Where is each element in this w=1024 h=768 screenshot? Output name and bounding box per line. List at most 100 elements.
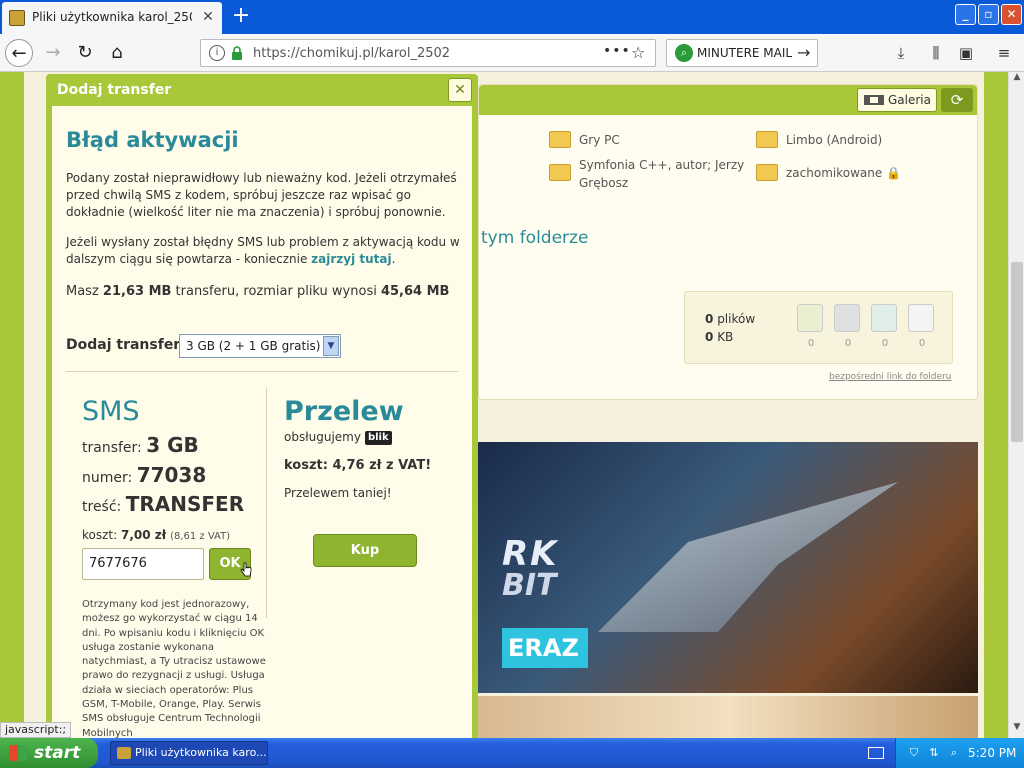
close-window-button[interactable]: ✕ xyxy=(1001,4,1022,25)
windows-logo-icon xyxy=(9,745,27,761)
chevron-down-icon[interactable]: ▼ xyxy=(323,336,339,356)
sms-transfer: transfer: 3 GB xyxy=(82,433,199,457)
search-text[interactable]: MINUTERE MAIL xyxy=(697,46,792,60)
folder-heading: tym folderze xyxy=(481,228,589,248)
video-icon xyxy=(834,304,860,332)
transfer-info: Masz 21,63 MB transferu, rozmiar pliku w… xyxy=(66,284,450,299)
hamburger-menu-icon[interactable]: ≡ xyxy=(993,42,1015,64)
files-count: 0 plików xyxy=(705,312,756,326)
home-button[interactable]: ⌂ xyxy=(103,39,131,67)
folder-icon xyxy=(549,164,571,181)
folder-panel: Galeria ⟳ Gry PC Limbo (Android) Symfoni… xyxy=(478,84,978,400)
add-transfer-dialog: Dodaj transfer ✕ Błąd aktywacji Podany z… xyxy=(46,74,478,738)
gallery-label: Galeria xyxy=(888,93,931,107)
video-filter[interactable]: 0 xyxy=(834,304,862,349)
document-filter[interactable]: 0 xyxy=(908,304,936,349)
scroll-down-arrow-icon[interactable]: ▼ xyxy=(1009,722,1024,738)
folder-label: Symfonia C++, autor; Jerzy Grębosz xyxy=(579,158,745,190)
sms-number: numer: 77038 xyxy=(82,463,207,487)
taskbar-window-button[interactable]: Pliki użytkownika karo... xyxy=(110,741,268,765)
forward-button[interactable]: → xyxy=(39,39,67,67)
site-info-icon[interactable]: i xyxy=(209,45,225,61)
sms-content: treść: TRANSFER xyxy=(82,492,245,516)
search-tray-icon[interactable]: ⌕ xyxy=(946,745,962,761)
sms-title: SMS xyxy=(82,396,140,427)
divider xyxy=(66,371,458,372)
help-link[interactable]: zajrzyj tutaj xyxy=(311,252,391,266)
error-description: Podany został nieprawidłowy lub nieważny… xyxy=(66,171,457,219)
windows-taskbar: start Pliki użytkownika karo... ⛉ ⇅ ⌕ 5:… xyxy=(0,738,1024,768)
transfer-cost: koszt: 4,76 zł z VAT! xyxy=(284,458,432,473)
browser-tab-strip: Pliki użytkownika karol_2502 - Chomikuj.… xyxy=(0,0,1024,34)
music-filter[interactable]: 0 xyxy=(797,304,825,349)
folder-icon xyxy=(756,131,778,148)
back-button[interactable]: ← xyxy=(5,39,33,67)
system-clock[interactable]: 5:20 PM xyxy=(968,746,1016,760)
search-go-icon[interactable]: → xyxy=(797,43,810,62)
keyboard-layout-icon[interactable] xyxy=(868,747,884,759)
firefox-window-icon xyxy=(117,747,131,759)
minimize-window-button[interactable]: _ xyxy=(955,4,976,25)
close-dialog-button[interactable]: ✕ xyxy=(448,78,472,102)
gallery-button[interactable]: Galeria xyxy=(857,88,937,112)
folder-icon xyxy=(756,164,778,181)
close-tab-icon[interactable]: ✕ xyxy=(199,8,217,26)
scroll-thumb[interactable] xyxy=(1011,262,1023,442)
second-ad-banner[interactable] xyxy=(478,696,978,738)
direct-folder-link[interactable]: bezpośredni link do folderu xyxy=(829,372,951,382)
network-icon[interactable]: ⇅ xyxy=(926,745,942,761)
help-paragraph: Jeżeli wysłany został błędny SMS lub pro… xyxy=(66,235,460,266)
page-actions-icon[interactable]: ••• xyxy=(603,43,631,59)
taskbar-window-title: Pliki użytkownika karo... xyxy=(135,746,267,759)
lock-icon xyxy=(232,46,242,60)
downloads-icon[interactable]: ⤓ xyxy=(890,42,912,64)
bookmark-star-icon[interactable]: ☆ xyxy=(631,43,645,62)
music-icon xyxy=(797,304,823,332)
browser-tab[interactable]: Pliki użytkownika karol_2502 - Chomikuj.… xyxy=(2,2,222,34)
sidebar-icon[interactable]: ▣ xyxy=(955,42,977,64)
url-text[interactable]: https://chomikuj.pl/karol_2502 xyxy=(253,46,450,61)
new-tab-button[interactable]: + xyxy=(228,3,254,29)
system-tray: ⛉ ⇅ ⌕ 5:20 PM xyxy=(895,738,1024,768)
search-bar[interactable]: ⌕ MINUTERE MAIL → xyxy=(666,39,818,67)
security-shield-icon[interactable]: ⛉ xyxy=(906,745,922,761)
video-count: 0 xyxy=(844,338,852,349)
banner-cta[interactable]: ERAZ xyxy=(502,628,588,668)
folder-label: Gry PC xyxy=(579,133,620,147)
sms-terms-note: Otrzymany kod jest jednorazowy, możesz g… xyxy=(82,599,266,738)
scroll-up-arrow-icon[interactable]: ▲ xyxy=(1009,72,1024,88)
maximize-window-button[interactable]: ▫ xyxy=(978,4,999,25)
site-favicon-icon xyxy=(9,10,25,26)
status-bar-url: javascript:; xyxy=(0,722,72,738)
address-bar[interactable]: i https://chomikuj.pl/karol_2502 ••• ☆ xyxy=(200,39,656,67)
payment-methods: obsługujemy blik xyxy=(284,430,392,445)
transfer-package-select[interactable]: 3 GB (2 + 1 GB gratis) ▼ xyxy=(179,334,341,358)
folder-label: Limbo (Android) xyxy=(786,133,883,147)
search-engine-icon[interactable]: ⌕ xyxy=(675,44,693,62)
image-icon xyxy=(871,304,897,332)
folder-stats: 0 plików 0 KB 0 0 0 0 xyxy=(684,291,953,364)
blik-logo: blik xyxy=(364,430,392,445)
page-scrollbar[interactable]: ▲ ▼ xyxy=(1008,72,1024,738)
column-divider xyxy=(266,388,267,618)
error-title: Błąd aktywacji xyxy=(66,128,239,152)
library-icon[interactable]: ⫼ xyxy=(925,42,947,64)
game-ad-banner[interactable]: RK BIT ERAZ xyxy=(478,442,978,693)
image-filter[interactable]: 0 xyxy=(871,304,899,349)
folder-icon xyxy=(549,131,571,148)
buy-button[interactable]: Kup xyxy=(313,534,417,567)
refresh-icon[interactable]: ⟳ xyxy=(941,88,973,112)
folder-size: 0 KB xyxy=(705,330,734,344)
tab-title: Pliki użytkownika karol_2502 - Chomikuj.… xyxy=(32,10,192,24)
dialog-body: Błąd aktywacji Podany został nieprawidło… xyxy=(52,106,472,738)
cheaper-note: Przelewem taniej! xyxy=(284,486,392,500)
lock-icon: 🔒 xyxy=(886,166,902,180)
add-transfer-label: Dodaj transfer xyxy=(66,337,181,353)
document-icon xyxy=(908,304,934,332)
start-button[interactable]: start xyxy=(0,738,98,768)
folder-panel-header: Galeria ⟳ xyxy=(479,85,977,115)
sms-code-input[interactable]: 7677676 xyxy=(82,548,204,580)
sms-cost: koszt: 7,00 zł (8,61 z VAT) xyxy=(82,528,231,542)
dialog-title: Dodaj transfer xyxy=(57,82,172,98)
reload-button[interactable]: ↻ xyxy=(71,39,99,67)
